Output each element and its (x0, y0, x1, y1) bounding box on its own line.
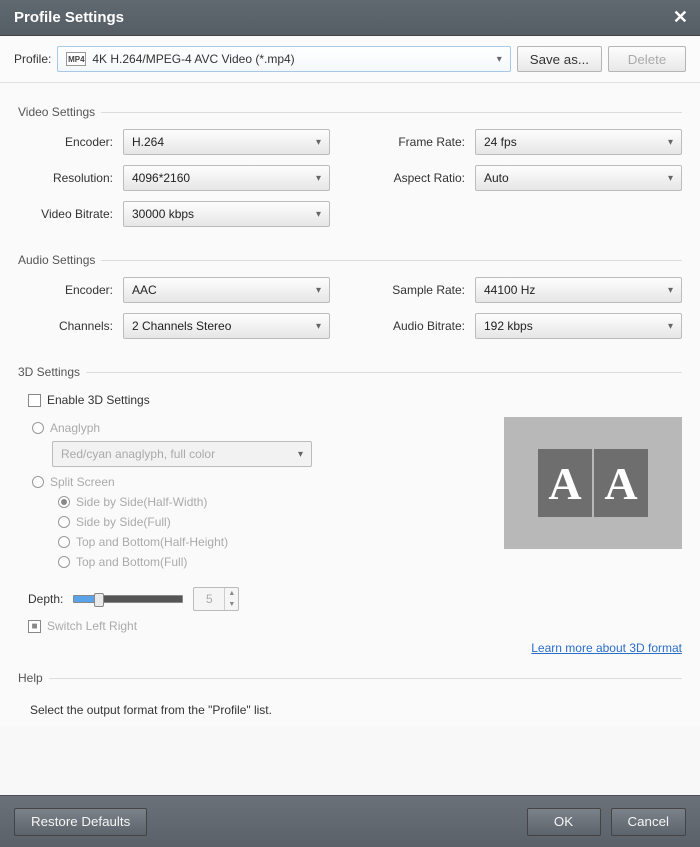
video-settings-group: Video Settings Encoder: H.264▾ Frame Rat… (18, 105, 682, 237)
depth-value: 5 (194, 592, 224, 606)
enable-3d-label: Enable 3D Settings (47, 393, 150, 407)
three-d-settings-group: 3D Settings Enable 3D Settings Anaglyph … (18, 365, 682, 655)
anaglyph-mode-select: Red/cyan anaglyph, full color▾ (52, 441, 312, 467)
channels-label: Channels: (18, 319, 123, 333)
depth-label: Depth: (28, 592, 63, 606)
profile-label: Profile: (14, 52, 51, 66)
switch-lr-label: Switch Left Right (47, 619, 137, 633)
chevron-down-icon: ▾ (497, 54, 502, 65)
titlebar: Profile Settings ✕ (0, 0, 700, 36)
chevron-down-icon: ▾ (316, 209, 321, 220)
delete-button: Delete (608, 46, 686, 72)
aspect-ratio-label: Aspect Ratio: (370, 171, 475, 185)
help-group: Help Select the output format from the "… (18, 671, 682, 717)
help-text: Select the output format from the "Profi… (30, 703, 682, 717)
aspect-ratio-select[interactable]: Auto▾ (475, 165, 682, 191)
profile-value: 4K H.264/MPEG-4 AVC Video (*.mp4) (92, 52, 294, 66)
tab-half-radio (58, 536, 70, 548)
profile-row: Profile: MP4 4K H.264/MPEG-4 AVC Video (… (0, 36, 700, 83)
sbs-full-radio (58, 516, 70, 528)
footer: Restore Defaults OK Cancel (0, 795, 700, 847)
chevron-down-icon: ▾ (668, 173, 673, 184)
resolution-select[interactable]: 4096*2160▾ (123, 165, 330, 191)
sample-rate-label: Sample Rate: (370, 283, 475, 297)
learn-more-link[interactable]: Learn more about 3D format (18, 641, 682, 655)
video-bitrate-label: Video Bitrate: (18, 207, 123, 221)
audio-bitrate-label: Audio Bitrate: (370, 319, 475, 333)
sbs-full-label: Side by Side(Full) (76, 515, 171, 529)
enable-3d-checkbox[interactable] (28, 394, 41, 407)
audio-encoder-label: Encoder: (18, 283, 123, 297)
switch-lr-checkbox: ■ (28, 620, 41, 633)
sample-rate-select[interactable]: 44100 Hz▾ (475, 277, 682, 303)
chevron-down-icon: ▾ (316, 321, 321, 332)
save-as-button[interactable]: Save as... (517, 46, 602, 72)
chevron-down-icon: ▾ (316, 173, 321, 184)
tab-half-label: Top and Bottom(Half-Height) (76, 535, 228, 549)
frame-rate-label: Frame Rate: (370, 135, 475, 149)
three-d-settings-legend: 3D Settings (18, 365, 86, 379)
restore-defaults-button[interactable]: Restore Defaults (14, 808, 147, 836)
chevron-down-icon: ▾ (316, 137, 321, 148)
anaglyph-label: Anaglyph (50, 421, 100, 435)
audio-settings-group: Audio Settings Encoder: AAC▾ Sample Rate… (18, 253, 682, 349)
chevron-down-icon: ▾ (668, 137, 673, 148)
cancel-button[interactable]: Cancel (611, 808, 687, 836)
chevron-down-icon: ▾ (668, 321, 673, 332)
video-settings-legend: Video Settings (18, 105, 101, 119)
window-title: Profile Settings (14, 9, 124, 26)
chevron-down-icon: ▾ (316, 285, 321, 296)
depth-slider-thumb[interactable] (94, 593, 104, 607)
spinner-up-icon: ▲ (225, 588, 238, 599)
preview-left-tile: A (538, 449, 592, 517)
help-legend: Help (18, 671, 49, 685)
audio-encoder-select[interactable]: AAC▾ (123, 277, 330, 303)
chevron-down-icon: ▾ (298, 449, 303, 460)
chevron-down-icon: ▾ (668, 285, 673, 296)
channels-select[interactable]: 2 Channels Stereo▾ (123, 313, 330, 339)
profile-select[interactable]: MP4 4K H.264/MPEG-4 AVC Video (*.mp4) ▾ (57, 46, 510, 72)
split-screen-label: Split Screen (50, 475, 115, 489)
resolution-label: Resolution: (18, 171, 123, 185)
sbs-half-radio (58, 496, 70, 508)
spinner-down-icon: ▼ (225, 599, 238, 610)
video-bitrate-select[interactable]: 30000 kbps▾ (123, 201, 330, 227)
frame-rate-select[interactable]: 24 fps▾ (475, 129, 682, 155)
ok-button[interactable]: OK (527, 808, 601, 836)
three-d-preview: A A (504, 417, 682, 549)
audio-bitrate-select[interactable]: 192 kbps▾ (475, 313, 682, 339)
split-screen-radio (32, 476, 44, 488)
tab-full-label: Top and Bottom(Full) (76, 555, 187, 569)
video-encoder-label: Encoder: (18, 135, 123, 149)
preview-right-tile: A (594, 449, 648, 517)
video-encoder-select[interactable]: H.264▾ (123, 129, 330, 155)
tab-full-radio (58, 556, 70, 568)
sbs-half-label: Side by Side(Half-Width) (76, 495, 207, 509)
close-icon[interactable]: ✕ (673, 7, 688, 28)
audio-settings-legend: Audio Settings (18, 253, 101, 267)
anaglyph-radio (32, 422, 44, 434)
mp4-icon: MP4 (66, 52, 86, 66)
depth-slider[interactable] (73, 595, 183, 603)
depth-spinner: 5 ▲▼ (193, 587, 239, 611)
